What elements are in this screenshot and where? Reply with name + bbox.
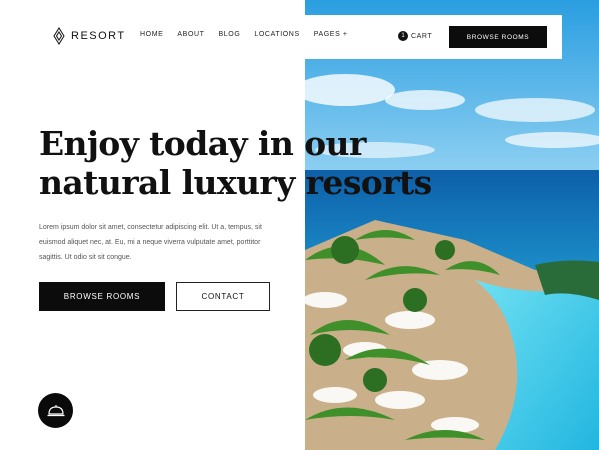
hero-headline-line-2: natural luxury resorts	[39, 163, 432, 202]
browse-rooms-button[interactable]: BROWSE ROOMS	[39, 282, 165, 311]
hero-description: Lorem ipsum dolor sit amet, consectetur …	[39, 224, 262, 261]
brand-logo[interactable]: RESORT	[53, 27, 126, 45]
nav-browse-rooms-button[interactable]: BROWSE ROOMS	[449, 26, 547, 48]
nav-links: HOME ABOUT BLOG LOCATIONS PAGES +	[140, 31, 362, 38]
nav-link-home[interactable]: HOME	[140, 31, 163, 38]
logo-diamond-icon	[53, 27, 65, 45]
hero-headline: Enjoy today in our natural luxury resort…	[39, 124, 439, 202]
nav-link-blog[interactable]: BLOG	[219, 31, 241, 38]
cart-label: CART	[411, 32, 433, 40]
resort-photo	[305, 0, 599, 450]
brand-name: RESORT	[71, 30, 126, 42]
hero-headline-line-1: Enjoy today in our	[39, 124, 366, 163]
hero-image	[305, 0, 599, 450]
concierge-button[interactable]	[38, 393, 73, 428]
nav-link-pages[interactable]: PAGES +	[314, 31, 348, 38]
cart-link[interactable]: 1 CART	[398, 31, 432, 41]
concierge-bell-icon	[47, 404, 64, 416]
contact-button[interactable]: CONTACT	[176, 282, 270, 311]
cart-count-badge: 1	[398, 31, 408, 41]
navbar: RESORT HOME ABOUT BLOG LOCATIONS PAGES +…	[38, 15, 562, 59]
nav-link-locations[interactable]: LOCATIONS	[254, 31, 299, 38]
nav-link-about[interactable]: ABOUT	[177, 31, 204, 38]
